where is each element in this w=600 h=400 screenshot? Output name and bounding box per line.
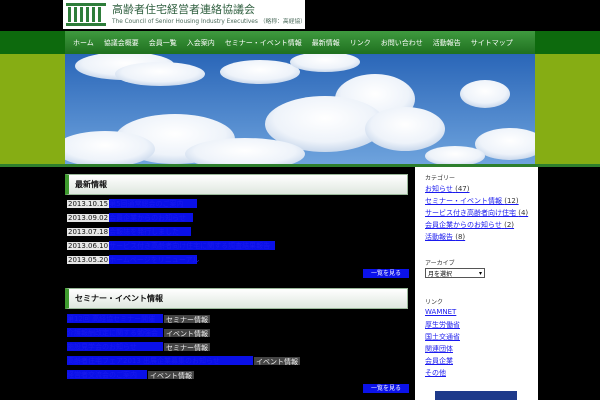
seminar-tag: セミナー情報: [164, 314, 210, 324]
nav-bar-right-fill: [535, 31, 600, 54]
category-count: (2): [504, 221, 515, 229]
sidebar: カテゴリー お知らせ (47) セミナー・イベント情報 (12) サービス付き高…: [415, 167, 538, 400]
category-link[interactable]: 活動報告 (8): [425, 232, 465, 242]
category-link[interactable]: セミナー・イベント情報 (12): [425, 196, 519, 206]
seminar-item[interactable]: 介護報酬改定に関する勉強会 イベント情報: [67, 327, 210, 338]
news-item[interactable]: 2013.10.15 第5回通常総会のご案内: [67, 198, 198, 209]
nav-item-about[interactable]: 協議会概要: [99, 38, 144, 48]
news-section-heading: 最新情報: [65, 174, 408, 195]
category-count: (4): [518, 209, 529, 217]
news-date: 2013.10.15: [67, 199, 110, 208]
category-link[interactable]: 会員企業からのお知らせ (2): [425, 220, 514, 230]
news-item[interactable]: 2013.09.02 会員企業からのお知らせ: [67, 212, 194, 223]
seminar-tag: イベント情報: [164, 328, 210, 338]
archive-heading: アーカイブ: [425, 260, 455, 267]
site-subtitle: The Council of Senior Housing Industry E…: [112, 19, 307, 25]
nav-item-contact[interactable]: お問い合わせ: [376, 38, 428, 48]
news-date: 2013.06.10: [67, 241, 110, 250]
seminar-item[interactable]: 施設見学会のお知らせ セミナー情報: [67, 341, 210, 352]
seminar-item[interactable]: 第12回 高経協セミナー開催 セミナー情報: [67, 313, 210, 324]
archive-select-value: 月を選択: [428, 270, 453, 278]
nav-item-sitemap[interactable]: サイトマップ: [466, 38, 518, 48]
external-link[interactable]: その他: [425, 368, 446, 378]
seminar-link[interactable]: 経営者交流会のご案内: [67, 370, 147, 379]
category-count: (8): [455, 233, 466, 241]
external-link[interactable]: 関連団体: [425, 344, 453, 354]
main-content: 最新情報 2013.10.15 第5回通常総会のご案内 2013.09.02 会…: [65, 172, 410, 400]
external-link[interactable]: 国土交通省: [425, 332, 460, 342]
news-link[interactable]: 第5回通常総会のご案内: [109, 199, 198, 208]
chevron-down-icon: ▾: [478, 269, 482, 277]
archive-select[interactable]: 月を選択 ▾: [425, 268, 485, 278]
seminar-tag: イベント情報: [148, 370, 194, 380]
site-title: 高齢者住宅経営者連絡協議会: [112, 3, 255, 16]
news-date: 2013.07.18: [67, 227, 110, 236]
categories-heading: カテゴリー: [425, 175, 456, 182]
seminar-item[interactable]: 高齢者住宅フェア2013 出展企業募集のお知らせ イベント情報: [67, 355, 300, 366]
nav-item-members[interactable]: 会員一覧: [144, 38, 182, 48]
news-item[interactable]: 2013.06.10 サービス付き高齢者向け住宅に関する調査結果報告: [67, 240, 276, 251]
news-link[interactable]: 会報誌を発行しました: [109, 227, 192, 236]
external-link[interactable]: 厚生労働省: [425, 320, 460, 330]
news-item[interactable]: 2013.05.20 ホームページをリニューアル: [67, 254, 199, 265]
nav-item-home[interactable]: ホーム: [68, 38, 99, 48]
category-link[interactable]: お知らせ (47): [425, 184, 469, 194]
news-more-link[interactable]: 一覧を見る: [363, 269, 409, 278]
category-count: (47): [455, 185, 470, 193]
news-link[interactable]: サービス付き高齢者向け住宅に関する調査結果報告: [109, 241, 276, 250]
seminar-tag: セミナー情報: [164, 342, 210, 352]
seminar-link[interactable]: 施設見学会のお知らせ: [67, 342, 163, 351]
nav-item-join[interactable]: 入会案内: [182, 38, 220, 48]
nav-item-reports[interactable]: 活動報告: [428, 38, 466, 48]
links-heading: リンク: [425, 299, 444, 306]
site-logo[interactable]: 高齢者住宅経営者連絡協議会 The Council of Senior Hous…: [63, 0, 307, 29]
news-date: 2013.09.02: [67, 213, 110, 222]
nav-bar-left-fill: [0, 31, 65, 54]
news-item[interactable]: 2013.07.18 会報誌を発行しました: [67, 226, 192, 237]
nav-item-links[interactable]: リンク: [345, 38, 376, 48]
nav-item-news[interactable]: 最新情報: [307, 38, 345, 48]
seminar-link[interactable]: 第12回 高経協セミナー開催: [67, 314, 163, 323]
seminar-section-heading: セミナー・イベント情報: [65, 288, 408, 309]
news-link[interactable]: ホームページをリニューアル: [109, 255, 199, 264]
global-nav: ホーム 協議会概要 会員一覧 入会案内 セミナー・イベント情報 最新情報 リンク…: [65, 31, 535, 54]
news-date: 2013.05.20: [67, 255, 110, 264]
hero-side-left: [0, 54, 65, 164]
hero-sky-image: [65, 54, 535, 164]
sidebar-banner[interactable]: [435, 391, 517, 400]
seminar-link[interactable]: 高齢者住宅フェア2013 出展企業募集のお知らせ: [67, 356, 253, 365]
nav-item-seminars[interactable]: セミナー・イベント情報: [220, 38, 307, 48]
seminar-heading-text: セミナー・イベント情報: [75, 294, 163, 303]
news-link[interactable]: 会員企業からのお知らせ: [109, 213, 194, 222]
seminar-link[interactable]: 介護報酬改定に関する勉強会: [67, 328, 163, 337]
building-logo-icon: [66, 3, 106, 26]
site-header: 高齢者住宅経営者連絡協議会 The Council of Senior Hous…: [0, 0, 600, 31]
category-link[interactable]: サービス付き高齢者向け住宅 (4): [425, 208, 528, 218]
hero-side-right: [535, 54, 600, 164]
external-link[interactable]: 会員企業: [425, 356, 453, 366]
category-count: (12): [504, 197, 519, 205]
seminar-item[interactable]: 経営者交流会のご案内 イベント情報: [67, 369, 194, 380]
external-link[interactable]: WAMNET: [425, 308, 456, 316]
news-heading-text: 最新情報: [75, 180, 107, 189]
seminar-more-link[interactable]: 一覧を見る: [363, 384, 409, 393]
seminar-tag: イベント情報: [254, 356, 300, 366]
